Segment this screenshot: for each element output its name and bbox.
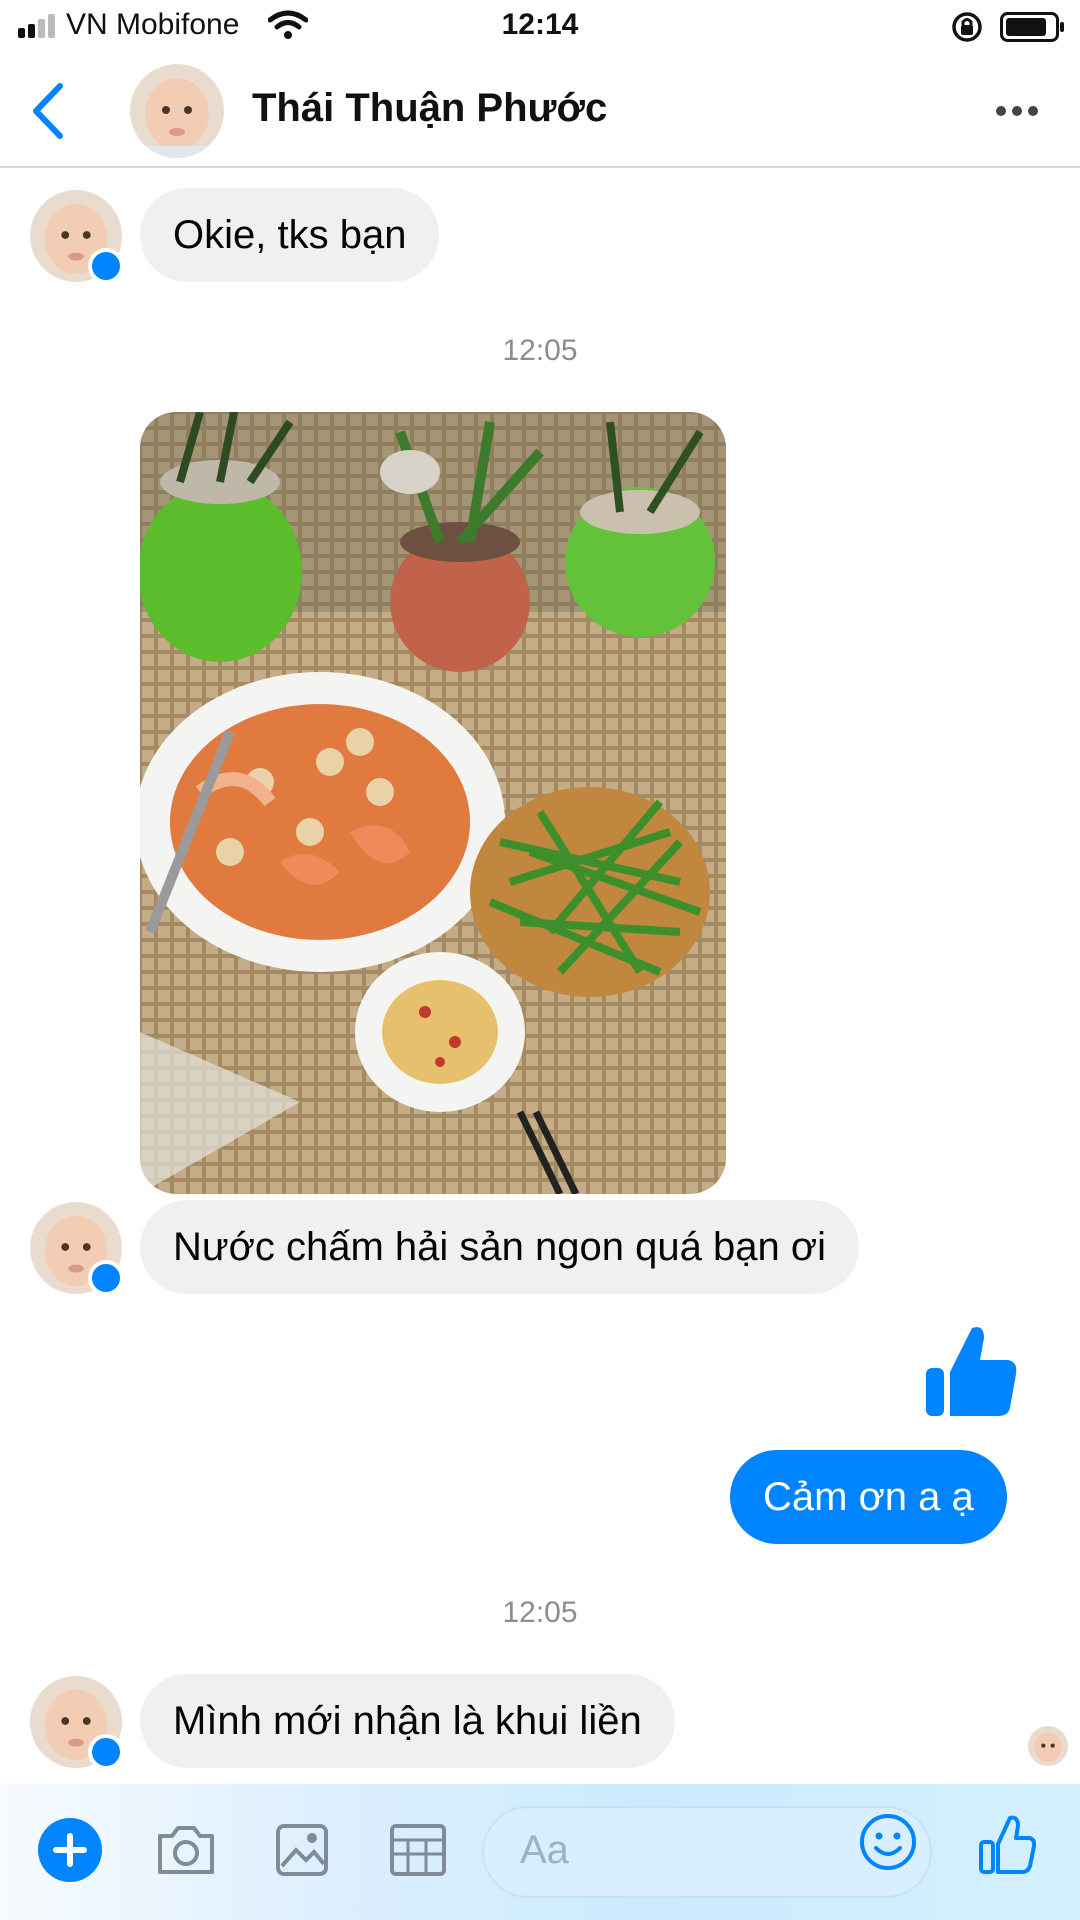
message-timestamp: 12:05 — [502, 334, 578, 367]
message-input-placeholder: Aa — [520, 1828, 569, 1872]
messenger-badge-icon — [88, 248, 124, 284]
sender-avatar[interactable] — [30, 1676, 124, 1770]
gallery-icon[interactable] — [270, 1820, 334, 1880]
contact-avatar[interactable] — [130, 64, 224, 158]
photo-message[interactable] — [140, 412, 726, 1194]
back-button[interactable] — [24, 80, 74, 142]
baby-face-icon — [1028, 1726, 1068, 1766]
baby-face-icon — [130, 64, 224, 158]
food-photo-image — [140, 412, 726, 1194]
battery-icon — [1000, 12, 1064, 42]
incoming-message[interactable]: Nước chấm hải sản ngon quá bạn ơi — [140, 1200, 859, 1294]
conversation-header: Thái Thuận Phước — [0, 56, 1080, 168]
more-options-button[interactable] — [992, 96, 1042, 126]
incoming-message[interactable]: Mình mới nhận là khui liền — [140, 1674, 675, 1768]
plus-button[interactable] — [38, 1818, 102, 1882]
contact-name[interactable]: Thái Thuận Phước — [252, 86, 607, 131]
outgoing-message[interactable]: Cảm ơn a ạ — [730, 1450, 1007, 1544]
sender-avatar[interactable] — [30, 1202, 124, 1296]
like-icon[interactable] — [978, 1814, 1036, 1876]
status-bar: VN Mobifone 12:14 — [0, 0, 1080, 56]
message-timestamp: 12:05 — [502, 1596, 578, 1629]
message-composer: Aa — [0, 1784, 1080, 1920]
status-time: 12:14 — [501, 8, 579, 41]
incoming-message[interactable]: Okie, tks bạn — [140, 188, 440, 282]
emoji-icon[interactable] — [858, 1812, 918, 1872]
thumbs-up-icon[interactable] — [924, 1324, 1018, 1420]
seen-receipt-avatar — [1026, 1724, 1070, 1768]
messenger-badge-icon — [88, 1734, 124, 1770]
sticker-icon[interactable] — [386, 1820, 450, 1880]
plus-icon — [53, 1833, 87, 1867]
sender-avatar[interactable] — [30, 190, 124, 284]
rotation-lock-icon — [952, 12, 982, 42]
camera-icon[interactable] — [154, 1820, 218, 1880]
messenger-badge-icon — [88, 1260, 124, 1296]
